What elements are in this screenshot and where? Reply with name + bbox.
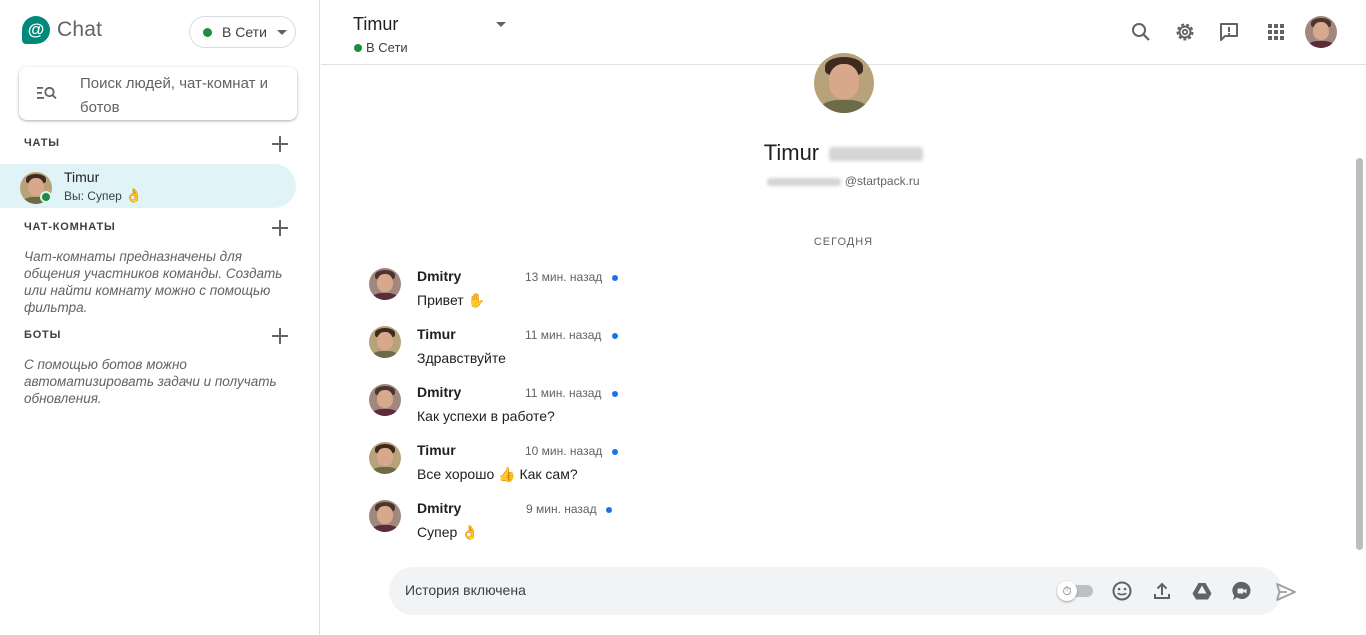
message-time: 13 мин. назад [525,270,603,284]
dmitry-avatar[interactable] [369,500,401,532]
message: Dmitry 11 мин. назад Как успехи в работе… [369,384,769,434]
message-body: Привет [417,292,464,308]
search-icon[interactable] [1129,20,1153,44]
redacted-email-user [767,177,842,186]
meet-icon[interactable] [1230,579,1254,603]
profile-name: Timur [321,140,1366,166]
search-field[interactable]: Поиск людей, чат-комнат и ботов [19,67,297,120]
conversation-title[interactable]: Timur [353,14,398,35]
conversation-pane: Timur @startpack.ru СЕГОДНЯ Dmitry 13 ми… [321,53,1366,635]
message-author[interactable]: Timur [417,442,456,458]
chat-logo-icon: @ [22,16,50,44]
drive-icon[interactable] [1190,579,1214,603]
upload-icon[interactable] [1150,579,1174,603]
emoji-icon[interactable] [1110,579,1134,603]
add-chat-button[interactable] [270,134,290,154]
account-avatar[interactable] [1305,16,1337,48]
app-name: Chat [57,18,103,41]
rooms-hint: Чат-комнаты предназначены для общения уч… [24,249,283,315]
add-bot-button[interactable] [270,326,290,346]
search-filter-icon [37,86,57,100]
message-author[interactable]: Dmitry [417,268,461,284]
snippet-text: Вы: Супер [64,189,122,203]
message-body-tail: Как сам? [519,466,578,482]
online-presence-icon [40,191,52,203]
gear-icon[interactable] [1173,20,1197,44]
chevron-down-icon[interactable] [496,22,506,27]
message-author[interactable]: Dmitry [417,500,461,516]
message-text: Супер 👌 [417,524,479,541]
bots-hint: С помощью ботов можно автоматизировать з… [24,357,277,406]
profile-email: @startpack.ru [321,174,1366,188]
dmitry-avatar[interactable] [369,384,401,416]
message-body: Супер [417,524,458,540]
raised-hand-emoji-icon: ✋ [467,293,486,309]
read-receipt-icon [612,333,618,339]
app-logo[interactable]: @ Chat [22,16,102,44]
chat-app: @ Chat В Сети Поиск людей, чат-комнат и … [0,0,1366,635]
profile-avatar [814,53,874,113]
ok-hand-emoji-icon: 👌 [125,188,143,204]
message-author[interactable]: Dmitry [417,384,461,400]
chat-item-name: Timur [64,169,100,185]
chat-item-snippet: Вы: Супер 👌 [64,188,143,204]
read-receipt-icon [612,449,618,455]
chevron-down-icon [276,29,287,35]
section-bots-heading: БОТЫ [24,329,62,341]
message-time: 11 мин. назад [525,328,602,342]
message-time: 11 мин. назад [525,386,602,400]
message: Dmitry 9 мин. назад Супер 👌 [369,500,769,550]
chat-list-item-timur[interactable]: Timur Вы: Супер 👌 [0,164,296,208]
online-status-icon [203,27,212,37]
ok-hand-emoji-icon: 👌 [461,525,479,541]
section-rooms-heading: ЧАТ-КОМНАТЫ [24,221,116,233]
read-receipt-icon [612,391,618,397]
section-chats-heading: ЧАТЫ [24,137,60,149]
message: Timur 11 мин. назад Здравствуйте [369,326,769,376]
message-composer[interactable]: История включена ⏱ [389,567,1282,615]
message-text: Привет ✋ [417,292,485,309]
read-receipt-icon [612,275,618,281]
composer-placeholder: История включена [405,582,526,598]
message: Timur 10 мин. назад Все хорошо 👍 Как сам… [369,442,769,492]
message-author[interactable]: Timur [417,326,456,342]
status-label: В Сети [222,24,267,40]
profile-first-name: Timur [763,140,820,165]
redacted-surname [829,147,924,162]
message-text: Как успехи в работе? [417,408,555,424]
message-time: 9 мин. назад [526,502,597,516]
message: Dmitry 13 мин. назад Привет ✋ [369,268,769,318]
day-divider: СЕГОДНЯ [813,236,874,248]
conversation-status-label: В Сети [366,40,408,55]
feedback-icon[interactable] [1217,20,1241,44]
dmitry-avatar[interactable] [369,268,401,300]
send-icon[interactable] [1274,580,1298,604]
add-room-button[interactable] [270,218,290,238]
sidebar: @ Chat В Сети Поиск людей, чат-комнат и … [0,0,320,635]
message-text: Все хорошо 👍 Как сам? [417,466,578,483]
scrollbar[interactable] [1356,158,1363,550]
conversation-status: В Сети [354,40,408,55]
apps-grid-icon[interactable] [1264,20,1288,44]
thumbs-up-emoji-icon: 👍 [498,467,516,483]
online-status-icon [354,43,362,52]
status-selector[interactable]: В Сети [189,16,296,48]
search-placeholder: Поиск людей, чат-комнат и ботов [80,75,269,116]
message-body: Все хорошо [417,466,495,482]
message-text: Здравствуйте [417,350,506,366]
message-time: 10 мин. назад [525,444,603,458]
timur-avatar[interactable] [369,326,401,358]
email-domain: @startpack.ru [844,174,920,188]
history-toggle[interactable]: ⏱ [1057,581,1095,601]
timur-avatar[interactable] [369,442,401,474]
timer-icon: ⏱ [1057,581,1077,601]
read-receipt-icon [606,507,612,513]
